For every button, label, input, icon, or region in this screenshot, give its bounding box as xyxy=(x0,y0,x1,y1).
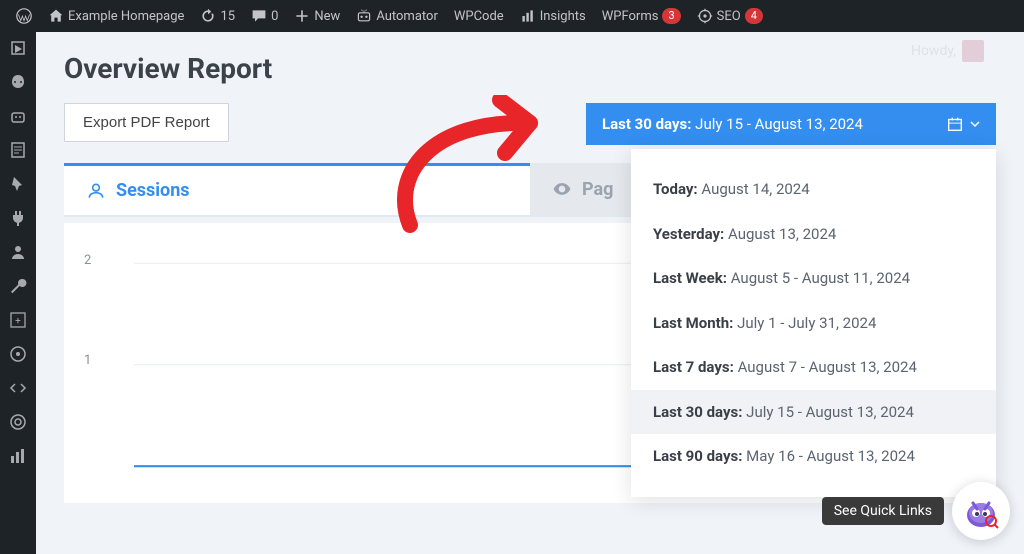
main-content: Howdy, Overview Report Export PDF Report… xyxy=(36,32,1024,554)
wpcode-link[interactable]: WPCode xyxy=(446,0,512,32)
avatar[interactable] xyxy=(962,40,984,62)
site-name-link[interactable]: Example Homepage xyxy=(40,0,192,32)
insights-label: Insights xyxy=(540,9,586,24)
daterange-option[interactable]: Today: August 14, 2024 xyxy=(631,167,996,212)
export-pdf-button[interactable]: Export PDF Report xyxy=(64,103,229,142)
svg-text:+: + xyxy=(15,316,21,327)
tab-sessions-label: Sessions xyxy=(116,180,190,201)
wp-logo-icon[interactable] xyxy=(8,0,40,32)
comments-count: 0 xyxy=(271,9,278,24)
daterange-option-key: Today: xyxy=(653,180,701,198)
admin-top-bar: Example Homepage 15 0 New Automator WPCo… xyxy=(0,0,1024,32)
page-title: Overview Report xyxy=(64,52,996,85)
daterange-option[interactable]: Last 7 days: August 7 - August 13, 2024 xyxy=(631,345,996,390)
toolbar-row: Export PDF Report Last 30 days: July 15 … xyxy=(64,103,996,145)
daterange-value: July 15 - August 13, 2024 xyxy=(695,115,863,133)
daterange-option[interactable]: Last 30 days: July 15 - August 13, 2024 xyxy=(631,390,996,435)
seo-label: SEO xyxy=(717,9,741,24)
plugins-icon[interactable] xyxy=(8,208,28,228)
howdy-text: Howdy, xyxy=(911,40,984,62)
daterange-option-value: August 13, 2024 xyxy=(728,225,836,243)
y-tick-1: 1 xyxy=(84,353,91,368)
daterange-option-value: August 5 - August 11, 2024 xyxy=(731,269,910,287)
new-label: New xyxy=(314,9,340,24)
daterange-option-value: August 14, 2024 xyxy=(701,180,809,198)
automator-label: Automator xyxy=(376,9,438,24)
y-tick-2: 2 xyxy=(84,253,91,268)
chevron-down-icon xyxy=(970,119,980,129)
updates-count: 15 xyxy=(220,9,235,24)
monster-icon[interactable] xyxy=(8,72,28,92)
automator-link[interactable]: Automator xyxy=(348,0,446,32)
collapse-icon[interactable]: + xyxy=(8,310,28,330)
pin-icon[interactable] xyxy=(8,174,28,194)
quick-links-button[interactable] xyxy=(952,482,1010,540)
wpforms-badge: 3 xyxy=(662,8,680,24)
daterange-option-value: August 7 - August 13, 2024 xyxy=(738,358,917,376)
comments-link[interactable]: 0 xyxy=(243,0,286,32)
daterange-option-key: Last 90 days: xyxy=(653,447,746,465)
calendar-icon xyxy=(946,115,964,133)
daterange-option-value: May 16 - August 13, 2024 xyxy=(746,447,915,465)
new-link[interactable]: New xyxy=(286,0,348,32)
tab-sessions[interactable]: Sessions xyxy=(64,163,530,215)
forms-icon[interactable] xyxy=(8,140,28,160)
wpforms-link[interactable]: WPForms 3 xyxy=(594,0,689,32)
quick-links-widget: See Quick Links xyxy=(822,482,1010,540)
updates-link[interactable]: 15 xyxy=(192,0,243,32)
daterange-button[interactable]: Last 30 days: July 15 - August 13, 2024 xyxy=(586,103,996,145)
daterange-option-value: July 15 - August 13, 2024 xyxy=(746,403,914,421)
chart-icon[interactable] xyxy=(8,446,28,466)
wpforms-label: WPForms xyxy=(602,9,659,24)
wpcode-label: WPCode xyxy=(454,9,504,24)
daterange-option-key: Last Month: xyxy=(653,314,737,332)
target-icon[interactable] xyxy=(8,412,28,432)
daterange-option[interactable]: Last Week: August 5 - August 11, 2024 xyxy=(631,256,996,301)
daterange-option[interactable]: Yesterday: August 13, 2024 xyxy=(631,212,996,257)
seo-link[interactable]: SEO 4 xyxy=(689,0,771,32)
tab-pageviews-label: Pag xyxy=(582,179,613,200)
admin-left-sidebar: + xyxy=(0,32,36,554)
daterange-label: Last 30 days: xyxy=(602,115,691,133)
daterange-option-value: July 1 - July 31, 2024 xyxy=(737,314,876,332)
daterange-option-key: Last Week: xyxy=(653,269,731,287)
daterange-picker: Last 30 days: July 15 - August 13, 2024 … xyxy=(586,103,996,145)
daterange-option-key: Last 7 days: xyxy=(653,358,738,376)
code-icon[interactable] xyxy=(8,378,28,398)
daterange-dropdown: Today: August 14, 2024Yesterday: August … xyxy=(631,149,996,497)
daterange-option[interactable]: Last Month: July 1 - July 31, 2024 xyxy=(631,301,996,346)
daterange-option-key: Last 30 days: xyxy=(653,403,746,421)
tools-icon[interactable] xyxy=(8,276,28,296)
seo-badge: 4 xyxy=(745,8,763,24)
users-icon[interactable] xyxy=(8,242,28,262)
insights-link[interactable]: Insights xyxy=(512,0,594,32)
daterange-option[interactable]: Last 90 days: May 16 - August 13, 2024 xyxy=(631,434,996,479)
robot-icon[interactable] xyxy=(8,106,28,126)
quick-links-tooltip: See Quick Links xyxy=(822,497,944,525)
media-icon[interactable] xyxy=(8,38,28,58)
daterange-option-key: Yesterday: xyxy=(653,225,728,243)
settings-icon[interactable] xyxy=(8,344,28,364)
site-name: Example Homepage xyxy=(68,9,184,24)
